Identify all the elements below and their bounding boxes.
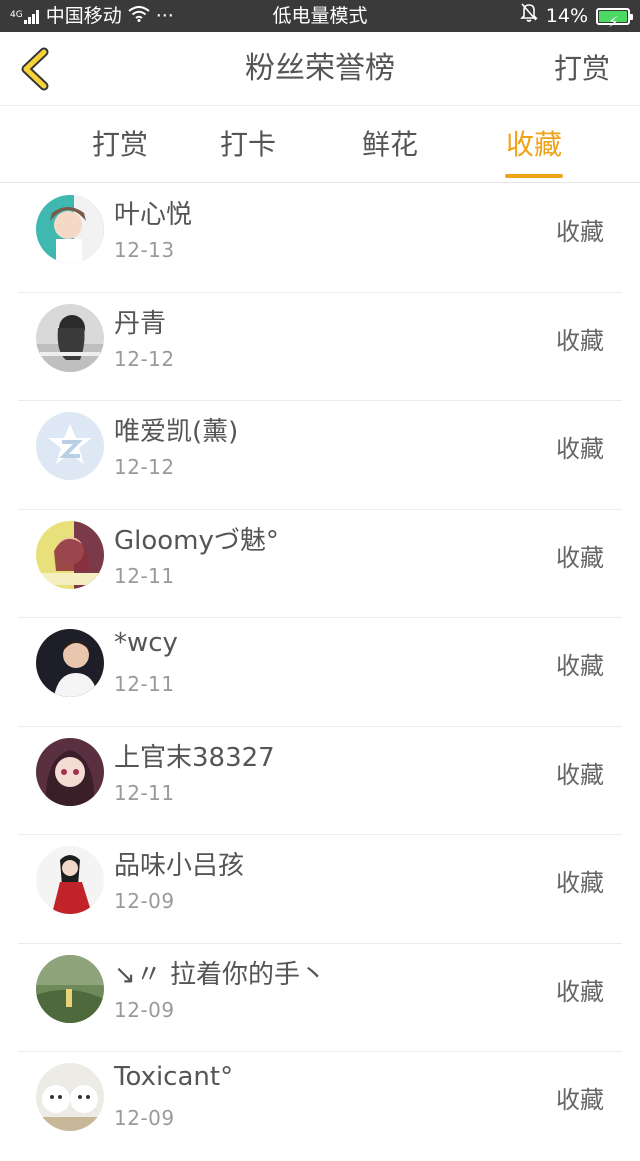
action-label: 收藏	[556, 760, 604, 789]
tab-flowers[interactable]: 鲜花	[340, 107, 440, 183]
fan-name: 品味小吕孩	[114, 851, 245, 881]
list-item[interactable]: 丹青 12-12 收藏	[18, 293, 622, 401]
fan-name: Gloomyづ魅°	[114, 525, 279, 556]
action-label: 收藏	[556, 543, 604, 572]
nav-bar: 粉丝荣誉榜 打赏	[0, 32, 640, 106]
action-label: 收藏	[556, 326, 604, 355]
avatar[interactable]	[36, 846, 104, 914]
status-right: 14% ⚡	[512, 0, 633, 32]
action-label: 收藏	[556, 652, 604, 680]
fan-date: 12-09	[114, 1106, 175, 1130]
fan-date: 12-11	[114, 563, 175, 588]
fan-date: 12-09	[114, 889, 175, 913]
list-item[interactable]: ↘〃 拉着你的手丶 12-09 收藏	[18, 944, 622, 1052]
reward-button[interactable]: 打赏	[554, 32, 610, 106]
fan-list: 叶心悦 12-13 收藏 丹青 12-12 收藏 唯爱凯(薰) 12-12 收藏…	[18, 184, 622, 1161]
avatar[interactable]	[36, 520, 104, 589]
list-item[interactable]: 品味小吕孩 12-09 收藏	[18, 835, 622, 944]
fan-name: 唯爱凯(薰)	[114, 417, 239, 447]
battery-charging-icon: ⚡	[596, 7, 633, 31]
avatar[interactable]	[36, 629, 104, 697]
list-item[interactable]: 唯爱凯(薰) 12-12 收藏	[18, 401, 622, 510]
page-title: 粉丝荣誉榜	[245, 51, 395, 86]
action-label: 收藏	[556, 869, 604, 897]
avatar[interactable]	[36, 195, 104, 263]
fan-date: 12-09	[114, 997, 175, 1022]
tab-bar: 打赏 打卡 鲜花 收藏	[0, 107, 640, 183]
action-label: 收藏	[556, 435, 604, 463]
action-label: 收藏	[556, 218, 604, 246]
avatar[interactable]	[36, 1063, 104, 1131]
list-item[interactable]: Toxicant° 12-09 收藏	[18, 1052, 622, 1161]
avatar[interactable]	[36, 303, 104, 372]
status-bar: 4G 中国移动 ··· 低电量模式 14% ⚡	[0, 0, 640, 32]
fan-date: 12-11	[114, 780, 175, 805]
tab-checkin[interactable]: 打卡	[198, 107, 298, 183]
bell-off-icon	[519, 0, 538, 32]
list-item[interactable]: 叶心悦 12-13 收藏	[18, 184, 622, 293]
battery-percent: 14%	[545, 5, 588, 27]
fan-name: 丹青	[114, 308, 167, 339]
fan-name: *wcy	[114, 628, 178, 658]
fan-name: 上官末38327	[114, 742, 275, 773]
list-item[interactable]: *wcy 12-11 收藏	[18, 618, 622, 727]
fan-date: 12-12	[114, 455, 175, 479]
fan-date: 12-12	[114, 346, 175, 371]
action-label: 收藏	[556, 977, 604, 1006]
avatar[interactable]	[36, 954, 104, 1023]
tab-reward[interactable]: 打赏	[70, 107, 170, 183]
fan-name: Toxicant°	[114, 1062, 234, 1092]
list-item[interactable]: 上官末38327 12-11 收藏	[18, 727, 622, 835]
fan-name: 叶心悦	[114, 200, 193, 230]
fan-date: 12-11	[114, 672, 175, 696]
avatar[interactable]	[36, 412, 104, 480]
tab-collect[interactable]: 收藏	[484, 107, 584, 183]
fan-name: ↘〃 拉着你的手丶	[114, 959, 327, 990]
avatar[interactable]	[36, 737, 104, 806]
action-label: 收藏	[556, 1086, 604, 1114]
fan-date: 12-13	[114, 238, 175, 262]
list-item[interactable]: Gloomyづ魅° 12-11 收藏	[18, 510, 622, 618]
